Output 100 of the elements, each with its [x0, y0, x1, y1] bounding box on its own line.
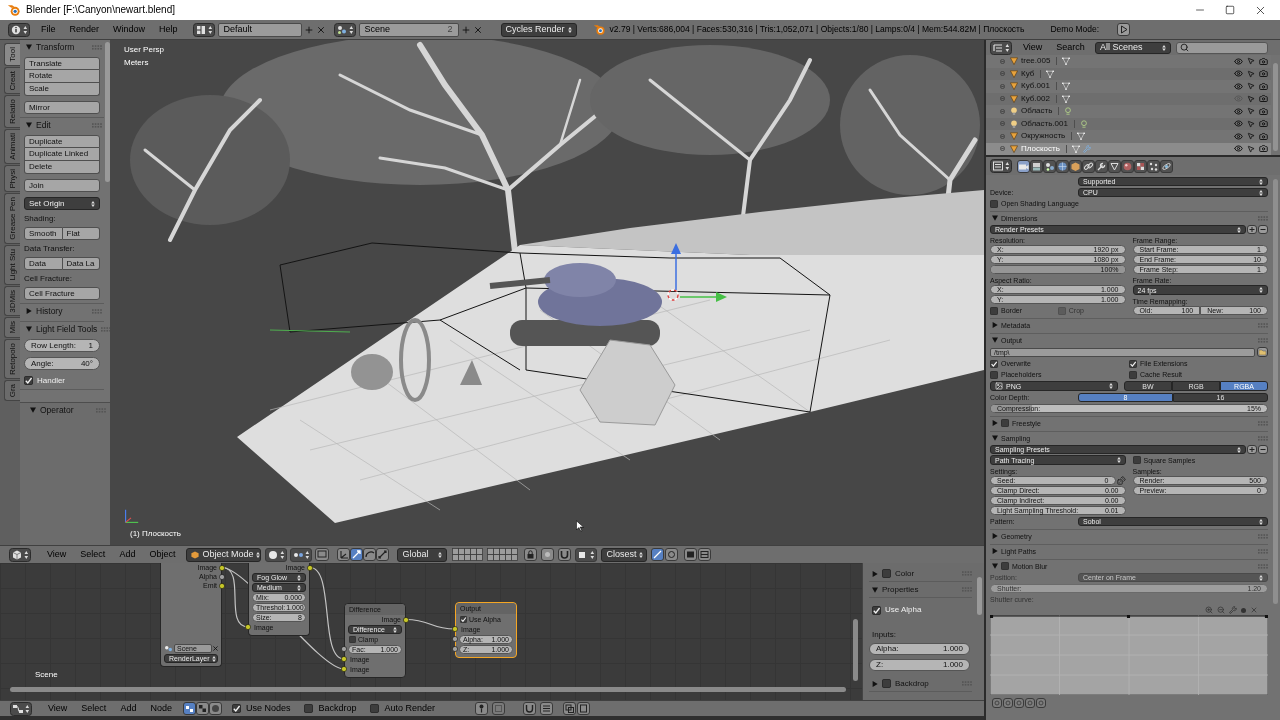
close-icon[interactable]	[213, 645, 218, 651]
tool-tab[interactable]: Tool	[4, 43, 20, 66]
drag-handle-icon[interactable]	[92, 44, 102, 50]
dice-icon[interactable]	[1116, 476, 1126, 485]
orbit-icon[interactable]	[1160, 159, 1173, 173]
menu-item[interactable]: Select	[73, 550, 113, 559]
panel-title[interactable]: Edit	[36, 120, 51, 130]
disclosure-triangle-icon[interactable]	[872, 586, 878, 593]
tool-button[interactable]: Smooth	[24, 227, 63, 240]
double-arrow-icon[interactable]	[376, 548, 390, 561]
panel-title[interactable]: Operator	[40, 405, 74, 415]
close-icon[interactable]	[315, 24, 326, 35]
camera-icon[interactable]	[1259, 144, 1268, 154]
wrench-icon[interactable]	[1095, 159, 1108, 173]
zoom-in-icon[interactable]	[1205, 606, 1213, 614]
disclosure-triangle-icon[interactable]	[992, 322, 998, 328]
disclosure-triangle-icon[interactable]	[30, 407, 36, 413]
checkbox[interactable]	[349, 635, 356, 643]
panel-title[interactable]: Light Field Tools	[36, 324, 98, 334]
panel-header[interactable]: Backdrop	[869, 676, 972, 692]
tool-button[interactable]: Translate	[24, 57, 100, 70]
checkbox[interactable]	[1132, 456, 1141, 464]
menu-item[interactable]: View	[41, 704, 75, 713]
page-icon[interactable]	[577, 702, 590, 715]
menu-item[interactable]: File	[34, 23, 63, 36]
expand-toggle-icon[interactable]	[1000, 121, 1005, 127]
magnet-icon[interactable]	[523, 702, 536, 715]
disclosure-triangle-icon[interactable]	[992, 548, 998, 554]
arrow-icon[interactable]	[350, 548, 364, 561]
split-square-icon[interactable]	[698, 548, 712, 561]
tool-button[interactable]: Data	[24, 257, 63, 270]
layer-grid-icon[interactable]	[487, 548, 519, 561]
checkbox[interactable]	[882, 679, 891, 688]
drag-handle-icon[interactable]	[1258, 563, 1268, 569]
tool-button[interactable]: Mirror	[24, 101, 100, 114]
drag-handle-icon[interactable]	[1258, 420, 1268, 426]
plus-icon[interactable]	[460, 24, 471, 35]
circle-icon[interactable]	[1003, 698, 1013, 708]
dots-icon[interactable]	[290, 547, 313, 562]
drag-handle-icon[interactable]	[1258, 337, 1268, 343]
socket-icon[interactable]	[403, 616, 409, 623]
disclosure-triangle-icon[interactable]	[992, 215, 998, 221]
dropdown[interactable]: Set Origin	[24, 197, 100, 210]
socket-icon[interactable]	[307, 564, 313, 571]
minus-icon[interactable]	[1258, 225, 1268, 234]
tool-tab[interactable]: Physi	[4, 164, 20, 193]
folder-icon[interactable]	[1257, 347, 1268, 357]
tool-tab[interactable]: Creat	[4, 66, 20, 95]
checkbox[interactable]	[1129, 359, 1137, 368]
node-tree-icon[interactable]	[182, 702, 196, 715]
mode-dropdown[interactable]: Object Mode	[186, 547, 262, 562]
display-mode-dropdown[interactable]: All Scenes	[1094, 41, 1171, 54]
eye-icon[interactable]	[1234, 106, 1243, 116]
tool-button[interactable]: Duplicate Linked	[24, 148, 100, 161]
particles-icon[interactable]	[1147, 159, 1160, 173]
drag-handle-icon[interactable]	[101, 326, 110, 332]
eye-icon[interactable]	[1234, 131, 1243, 141]
eye-icon[interactable]	[1234, 81, 1243, 91]
arc-icon[interactable]	[363, 548, 377, 561]
tool-button[interactable]: Delete	[24, 161, 100, 174]
checkbox[interactable]	[990, 370, 998, 379]
expand-toggle-icon[interactable]	[1000, 133, 1005, 139]
circle-icon[interactable]	[992, 698, 1002, 708]
play-icon[interactable]	[1117, 23, 1131, 36]
axes-icon[interactable]	[337, 548, 351, 561]
plus-icon[interactable]	[1247, 225, 1257, 234]
checkbox[interactable]	[990, 199, 998, 208]
node-editor-icon[interactable]	[10, 701, 32, 716]
disclosure-triangle-icon[interactable]	[992, 337, 998, 343]
orientation-dropdown[interactable]: Global	[397, 547, 448, 562]
number-field[interactable]: Z: 1.000	[869, 659, 970, 671]
eye-icon[interactable]	[1234, 144, 1243, 154]
filled-square-icon[interactable]	[684, 548, 698, 561]
cube-icon[interactable]	[1069, 159, 1082, 173]
menu-item[interactable]: Render	[62, 23, 107, 36]
expand-toggle-icon[interactable]	[1000, 71, 1005, 77]
drag-handle-icon[interactable]	[92, 308, 102, 314]
layout-icon[interactable]	[192, 22, 215, 37]
menu-item[interactable]: Select	[74, 704, 114, 713]
curve-editor[interactable]	[990, 615, 1268, 695]
tool-tab[interactable]: Mis	[4, 317, 20, 338]
disclosure-triangle-icon[interactable]	[26, 44, 32, 50]
menu-item[interactable]: Window	[106, 23, 153, 36]
menu-item[interactable]: View	[1016, 43, 1050, 52]
disclosure-triangle-icon[interactable]	[992, 563, 998, 569]
disclosure-triangle-icon[interactable]	[872, 680, 878, 687]
screen-layout-field[interactable]: Default	[217, 22, 302, 37]
camera-icon[interactable]	[1259, 81, 1268, 91]
diagonal-line-icon[interactable]	[651, 548, 665, 561]
outliner-list-icon[interactable]	[990, 40, 1012, 55]
eye-icon[interactable]	[1234, 69, 1243, 79]
checker-icon[interactable]	[1134, 159, 1147, 173]
menu-item[interactable]: Add	[113, 704, 144, 713]
socket-icon[interactable]	[245, 624, 251, 630]
number-field[interactable]: Row Length: 1	[24, 339, 100, 352]
drag-handle-icon[interactable]	[1258, 322, 1268, 328]
number-field[interactable]: Angle: 40°	[24, 357, 100, 370]
checkbox[interactable]	[1001, 419, 1009, 427]
expand-toggle-icon[interactable]	[1000, 83, 1005, 89]
plus-icon[interactable]	[303, 24, 314, 35]
